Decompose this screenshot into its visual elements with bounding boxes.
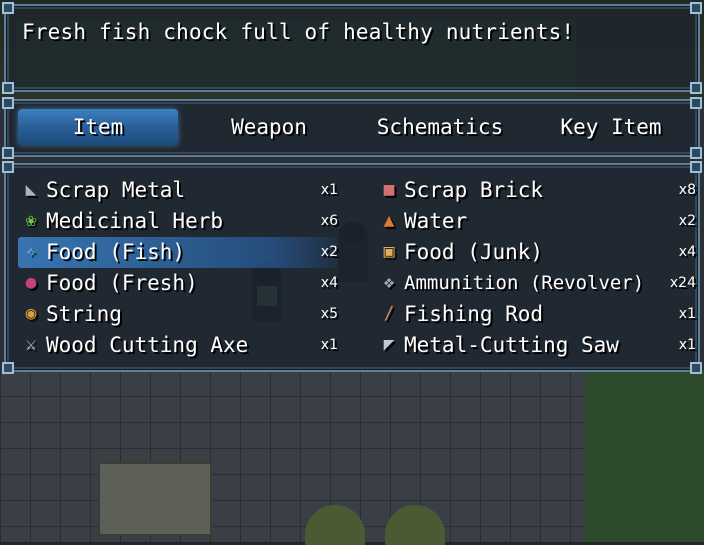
item-quantity: x2: [678, 213, 696, 229]
axe-icon: ⚔: [25, 334, 37, 355]
item-quantity: x4: [678, 244, 696, 260]
item-quantity: x1: [678, 337, 696, 353]
item-quantity: x6: [320, 213, 338, 229]
fishing-rod-icon: ∕: [383, 303, 395, 324]
item-name: Food (Fish): [46, 240, 186, 264]
tab-schematics[interactable]: Schematics: [360, 109, 520, 145]
bottle-icon: ▲: [383, 210, 395, 231]
item-name: String: [46, 302, 122, 326]
list-item-food-fresh[interactable]: ● Food (Fresh) x4: [18, 268, 338, 299]
scene-grass-patch-right: [585, 370, 704, 542]
list-item-water[interactable]: ▲ Water x2: [376, 206, 696, 237]
list-item-food-fish[interactable]: ✧ Food (Fish) x2: [18, 237, 338, 268]
scene-counter: [98, 462, 212, 536]
item-name: Scrap Metal: [46, 178, 186, 202]
item-name: Wood Cutting Axe: [46, 333, 249, 357]
list-item-string[interactable]: ◉ String x5: [18, 299, 338, 330]
revolver-icon: ❖: [383, 272, 395, 293]
list-item-wood-cutting-axe[interactable]: ⚔ Wood Cutting Axe x1: [18, 330, 338, 361]
tab-weapon[interactable]: Weapon: [189, 109, 349, 145]
scene-tiled-floor: [0, 370, 585, 542]
item-name: Scrap Brick: [404, 178, 544, 202]
list-item-fishing-rod[interactable]: ∕ Fishing Rod x1: [376, 299, 696, 330]
help-window: Fresh fish chock full of healthy nutrien…: [2, 2, 702, 94]
brick-icon: ■: [383, 179, 395, 200]
item-name: Water: [404, 209, 468, 233]
list-item-food-junk[interactable]: ▣ Food (Junk) x4: [376, 237, 696, 268]
item-list-window: ◣ Scrap Metal x1 ❀ Medicinal Herb x6 ✧ F…: [2, 161, 702, 374]
grapes-icon: ●: [25, 272, 37, 293]
item-quantity: x5: [320, 306, 338, 322]
tab-item[interactable]: Item: [18, 109, 178, 145]
list-item-medicinal-herb[interactable]: ❀ Medicinal Herb x6: [18, 206, 338, 237]
list-item-scrap-metal[interactable]: ◣ Scrap Metal x1: [18, 175, 338, 206]
list-item-metal-cutting-saw[interactable]: ◤ Metal-Cutting Saw x1: [376, 330, 696, 361]
list-item-ammunition-revolver[interactable]: ❖ Ammunition (Revolver) x24: [376, 268, 696, 299]
herb-icon: ❀: [25, 210, 37, 231]
category-window: Item Weapon Schematics Key Item: [2, 97, 702, 159]
item-name: Metal-Cutting Saw: [404, 333, 619, 357]
list-item-scrap-brick[interactable]: ■ Scrap Brick x8: [376, 175, 696, 206]
string-icon: ◉: [25, 303, 37, 324]
saw-icon: ◤: [383, 334, 395, 355]
item-name: Fishing Rod: [404, 302, 544, 326]
item-quantity: x1: [320, 337, 338, 353]
item-name: Medicinal Herb: [46, 209, 224, 233]
junk-food-icon: ▣: [383, 241, 395, 262]
item-quantity: x1: [320, 182, 338, 198]
item-name: Food (Junk): [404, 240, 544, 264]
item-name: Ammunition (Revolver): [404, 272, 645, 294]
item-quantity: x1: [678, 306, 696, 322]
item-description: Fresh fish chock full of healthy nutrien…: [22, 20, 575, 44]
scrap-metal-icon: ◣: [25, 179, 37, 200]
item-quantity: x24: [669, 275, 696, 291]
item-quantity: x4: [320, 275, 338, 291]
item-quantity: x8: [678, 182, 696, 198]
item-name: Food (Fresh): [46, 271, 198, 295]
fish-icon: ✧: [25, 241, 37, 262]
item-quantity: x2: [320, 244, 338, 260]
tab-key-item[interactable]: Key Item: [531, 109, 691, 145]
